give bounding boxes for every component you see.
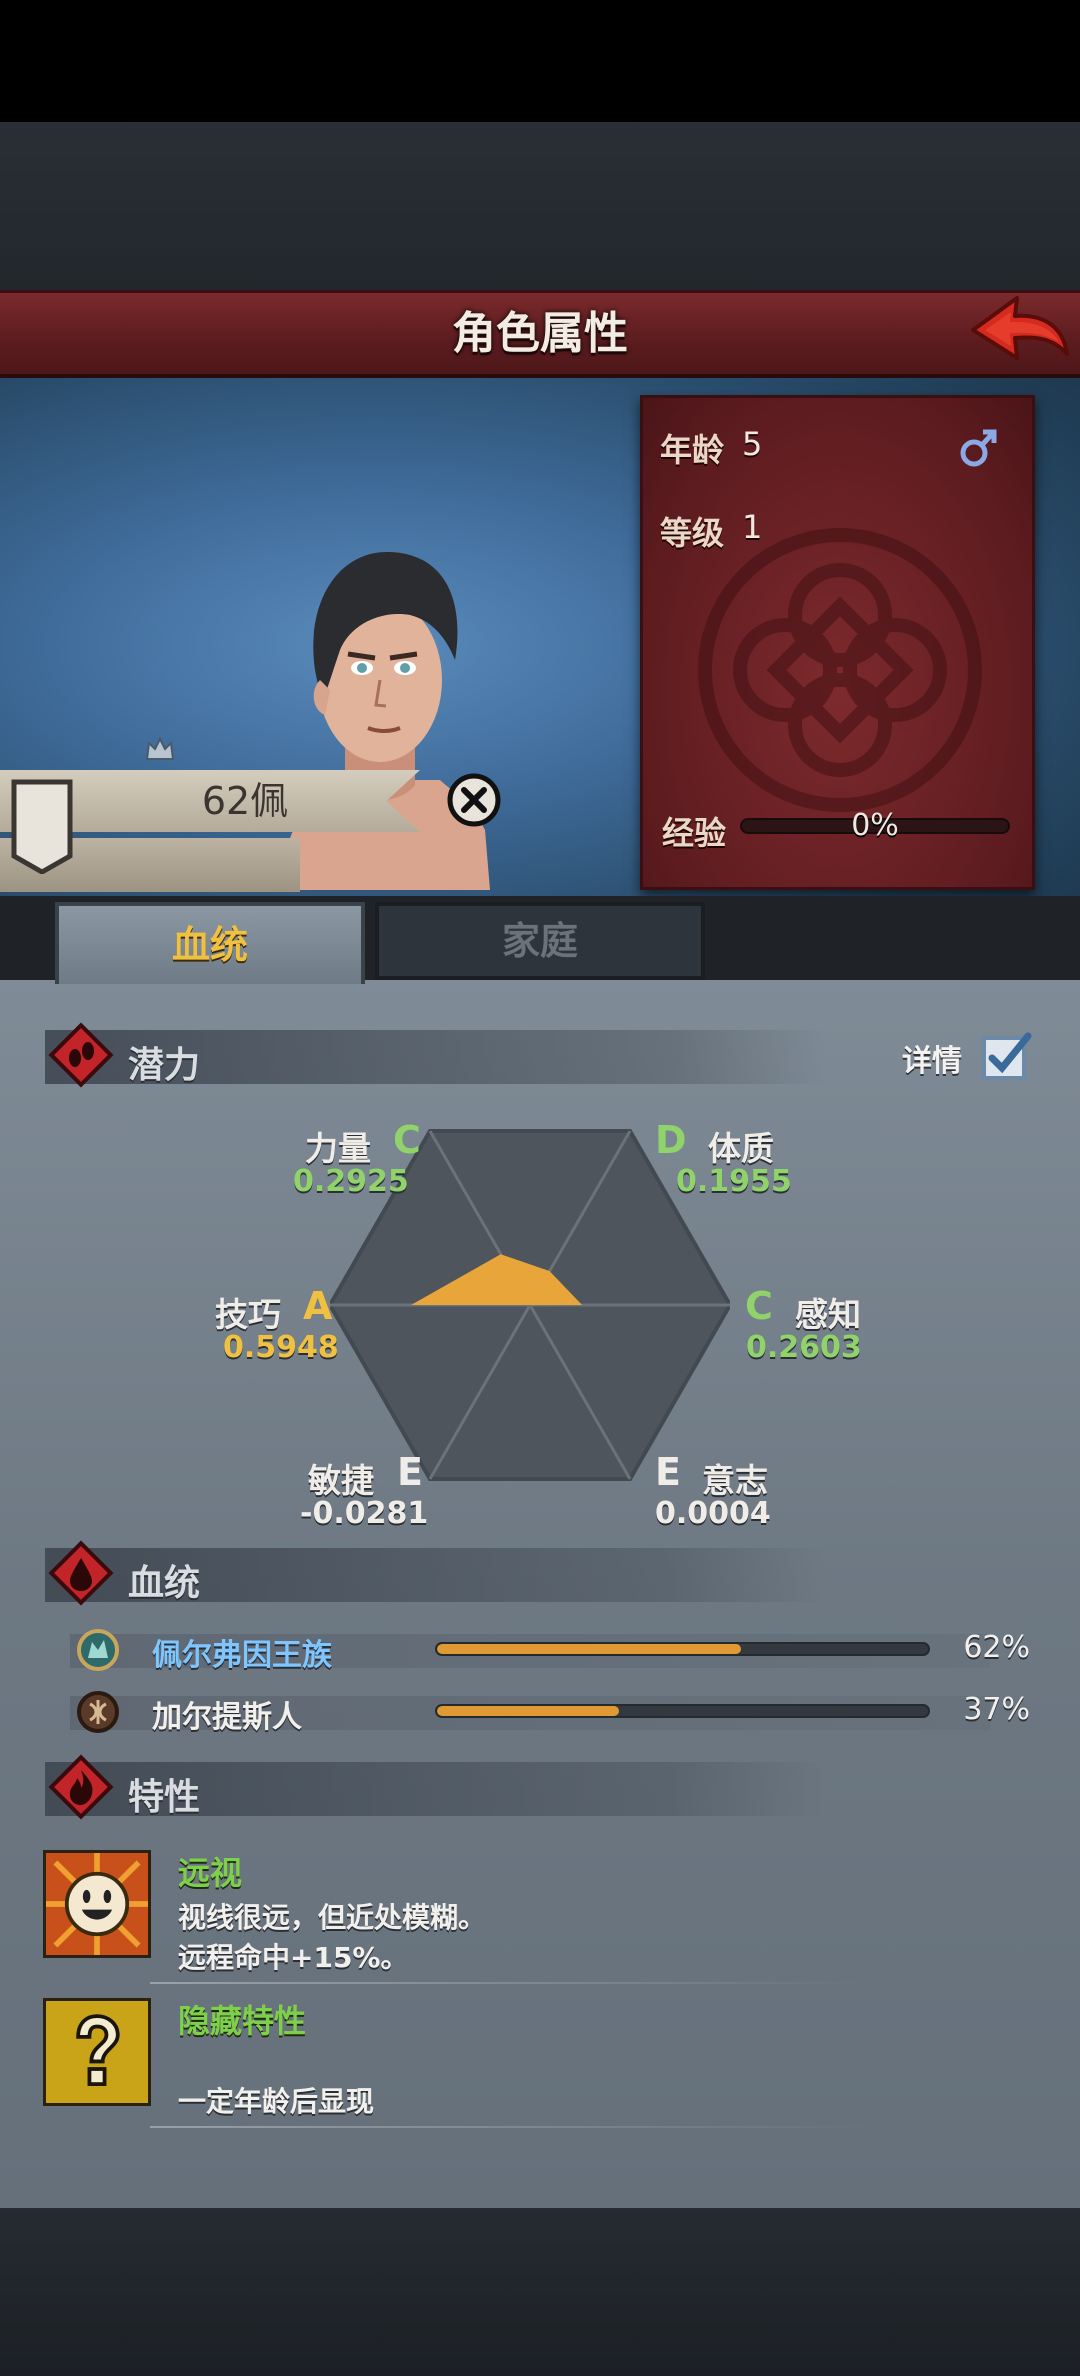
detail-checkbox[interactable]: [980, 1030, 1032, 1082]
trait-description: 视线很远，但近处模糊。: [178, 1901, 487, 1934]
bloodline-name: 佩尔弗因王族: [152, 1638, 332, 1673]
bloodline-bar-fill: [437, 1706, 619, 1716]
status-bar: [0, 0, 1080, 122]
level-value: 1: [742, 508, 763, 546]
trait-effect: 远程命中+15%。: [178, 1941, 409, 1974]
stat-value-skill: 0.5948: [223, 1330, 339, 1365]
exp-label: 经验: [662, 814, 727, 852]
stat-name-will: 意志: [702, 1461, 768, 1500]
bottom-background: [0, 2208, 1080, 2376]
tab-family[interactable]: 家庭: [375, 902, 705, 980]
level-label: 等级: [660, 514, 725, 552]
stat-value-will: 0.0004: [655, 1496, 771, 1531]
trait-description: 一定年龄后显现: [178, 2085, 375, 2118]
trait-name: 远视: [178, 1854, 243, 1892]
bloodline-title: 血统: [128, 1563, 201, 1604]
bloodline-percent: 62%: [963, 1630, 1030, 1665]
stat-grade-skill: A: [303, 1284, 333, 1328]
stat-grade-strength: C: [393, 1118, 421, 1162]
close-icon[interactable]: [446, 772, 502, 828]
stat-name-strength: 力量: [305, 1129, 371, 1168]
stat-name-constitution: 体质: [708, 1129, 774, 1168]
back-arrow-icon[interactable]: [965, 292, 1070, 372]
flame-icon: [48, 1754, 114, 1820]
stat-grade-constitution: D: [655, 1118, 687, 1162]
heraldry-shield-icon: [11, 779, 73, 874]
royal-crest-icon: [77, 1629, 119, 1671]
trait-divider: [150, 2126, 870, 2128]
traits-title: 特性: [128, 1777, 201, 1818]
top-background: [0, 122, 1080, 290]
trait-name: 隐藏特性: [178, 2002, 307, 2040]
stat-value-constitution: 0.1955: [676, 1164, 792, 1199]
stat-name-skill: 技巧: [215, 1295, 281, 1334]
age-value: 5: [742, 425, 763, 463]
detail-label: 详情: [902, 1044, 962, 1079]
character-portrait: [280, 551, 490, 890]
stat-name-agility: 敏捷: [308, 1461, 374, 1500]
exp-percent: 0%: [851, 808, 899, 843]
male-gender-icon: [960, 429, 997, 467]
character-name[interactable]: 62佩: [140, 772, 350, 830]
bloodline-bar: [435, 1642, 930, 1656]
age-label: 年龄: [660, 431, 725, 469]
bloodline-bar-fill: [437, 1644, 742, 1654]
celtic-knot-emblem: [698, 528, 982, 812]
bloodline-bar: [435, 1704, 930, 1718]
tab-bloodline[interactable]: 血统: [55, 902, 365, 984]
tribal-crest-icon: [77, 1691, 119, 1733]
potential-title: 潜力: [128, 1045, 201, 1086]
stat-grade-agility: E: [397, 1450, 423, 1494]
bloodline-percent: 37%: [963, 1692, 1030, 1727]
smiley-face-icon: [43, 1850, 151, 1958]
stat-grade-will: E: [655, 1450, 681, 1494]
stat-value-strength: 0.2925: [293, 1164, 409, 1199]
stat-grade-perception: C: [745, 1284, 773, 1328]
page-title: 角色属性: [452, 308, 628, 359]
stat-value-agility: -0.0281: [300, 1496, 429, 1531]
stat-value-perception: 0.2603: [746, 1330, 862, 1365]
question-mark-icon: [43, 1998, 151, 2106]
blood-drop-icon: [48, 1540, 114, 1606]
stat-name-perception: 感知: [795, 1295, 861, 1334]
crown-icon: [145, 736, 175, 760]
footprint-icon: [48, 1022, 114, 1088]
bloodline-name: 加尔提斯人: [152, 1700, 302, 1735]
trait-divider: [150, 1982, 870, 1984]
